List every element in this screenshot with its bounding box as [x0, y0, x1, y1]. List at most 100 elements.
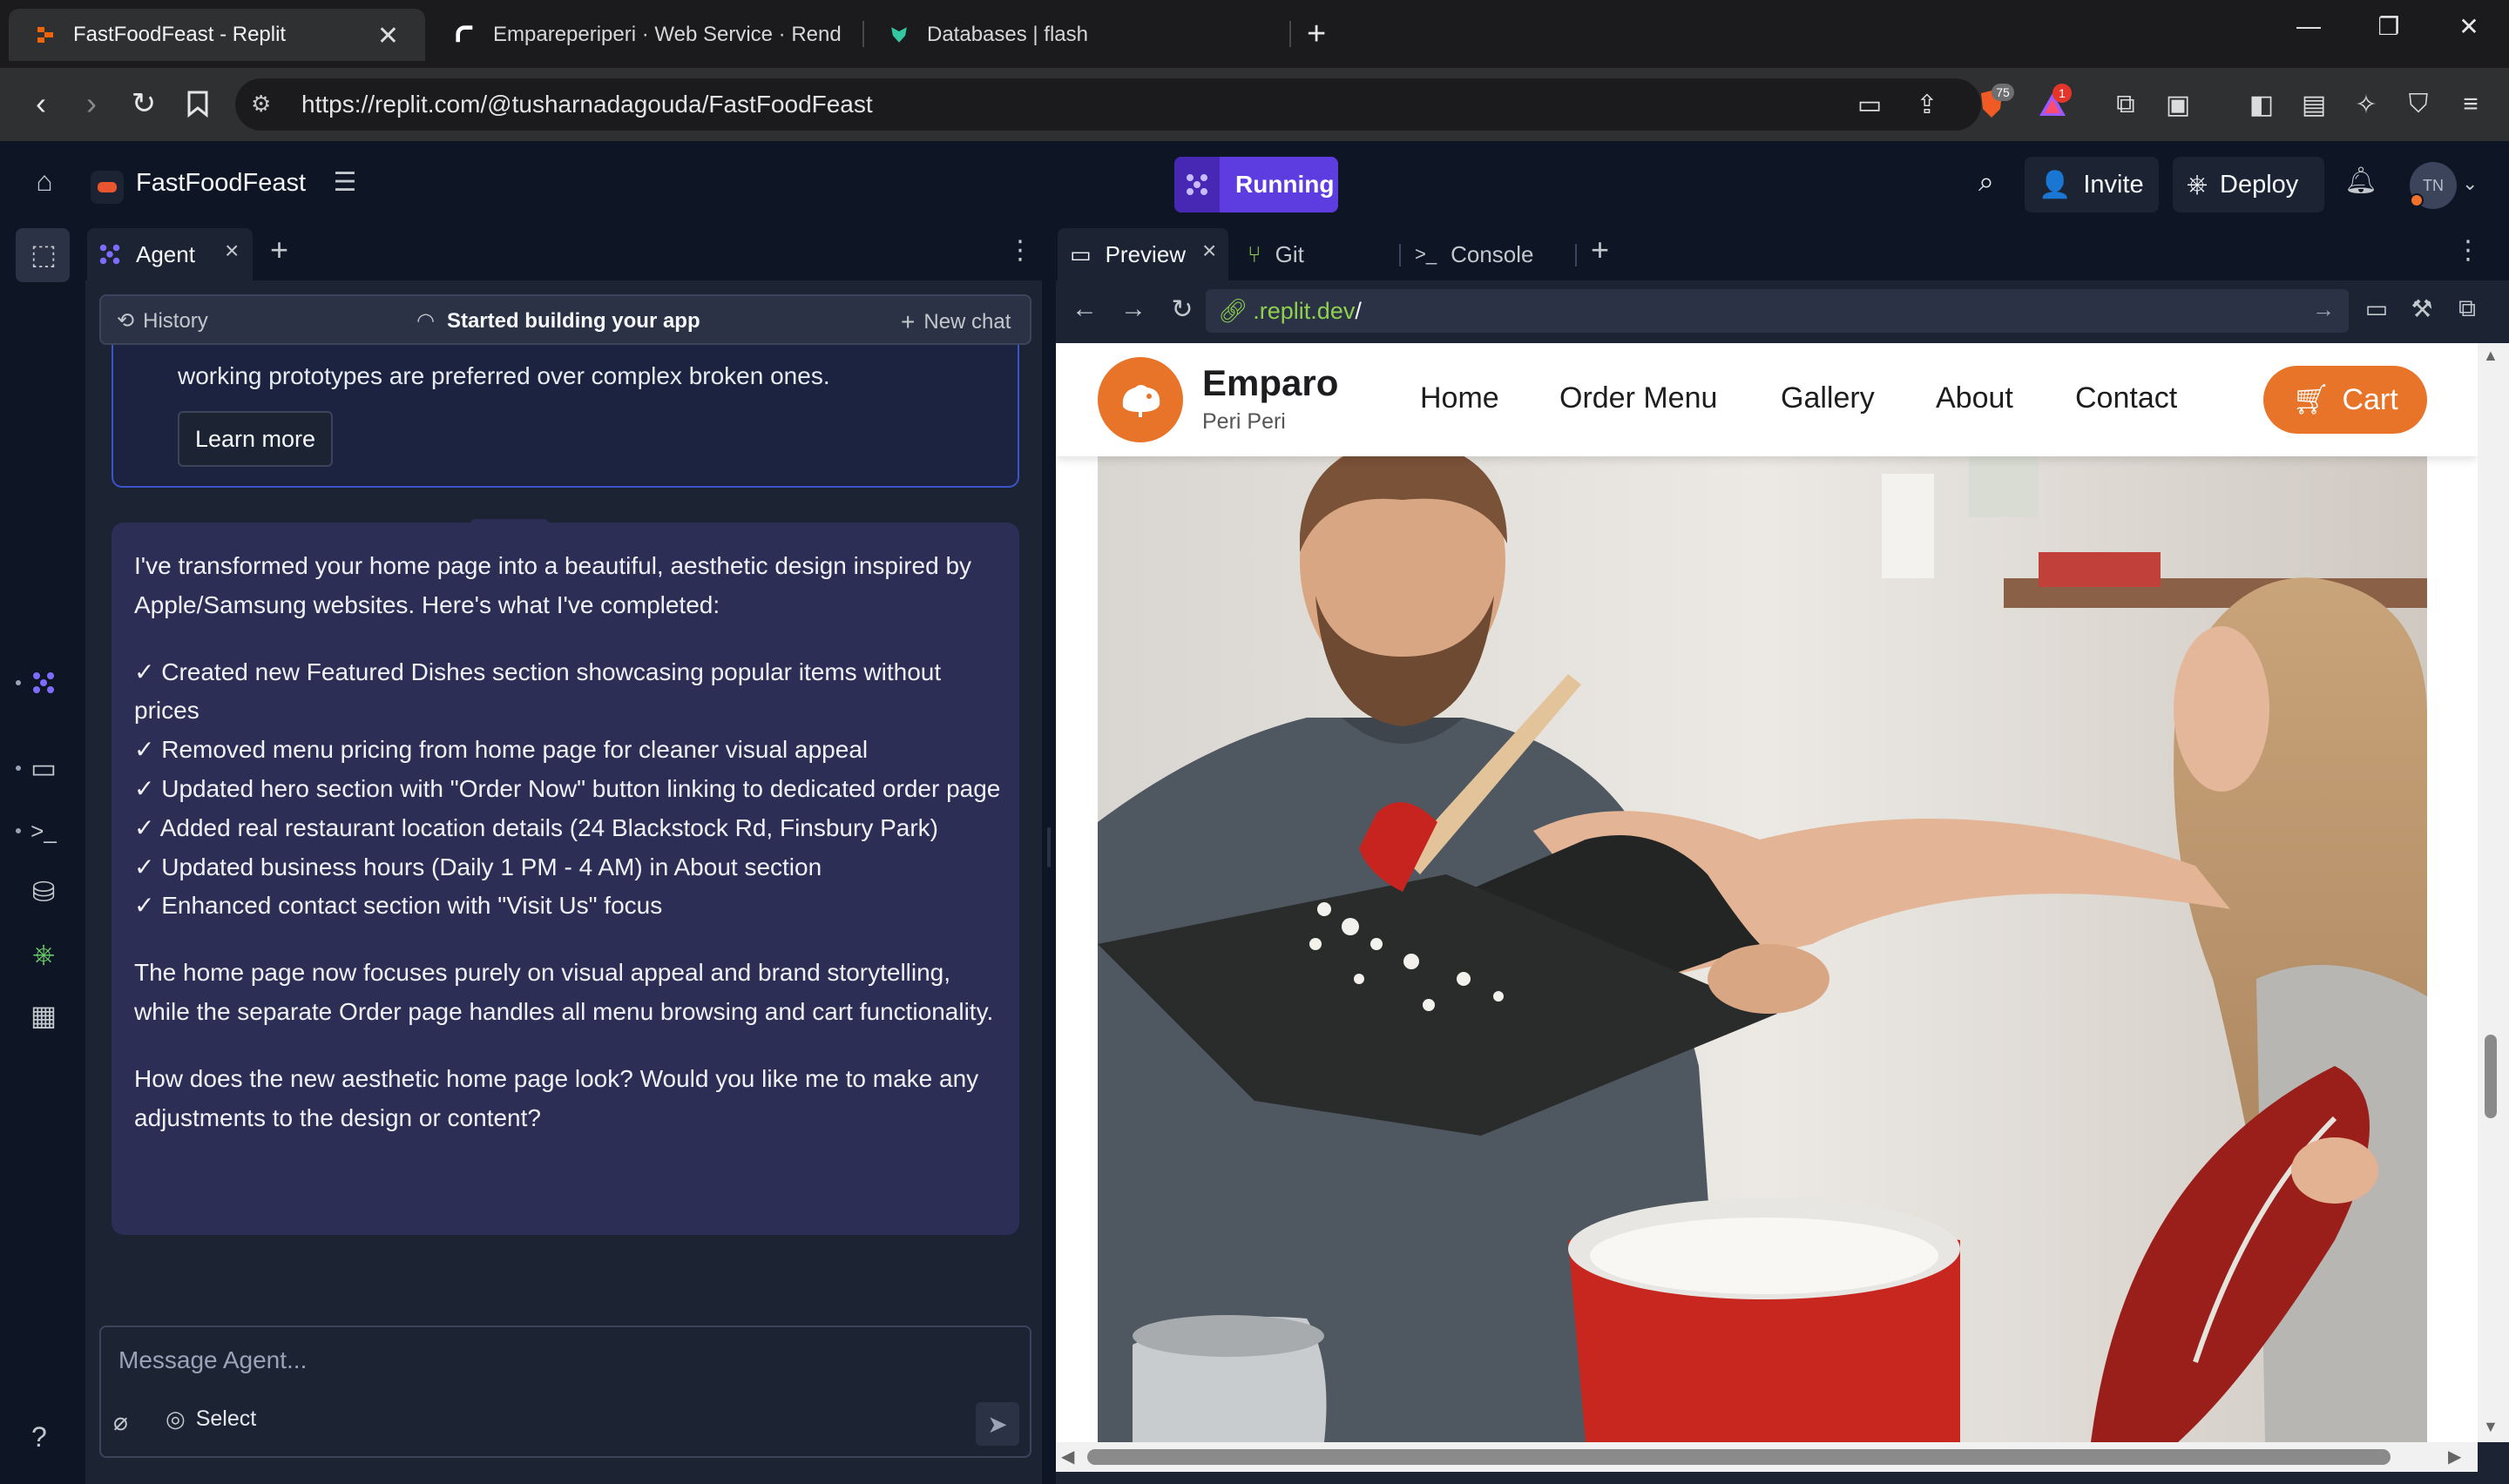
list-item: ✓ Updated hero section with "Order Now" … — [134, 774, 1001, 802]
agent-logo-icon — [1174, 157, 1220, 212]
horizontal-scrollbar-thumb[interactable] — [1087, 1449, 2391, 1465]
cast-icon[interactable]: ▭ — [1850, 85, 1889, 124]
history-button[interactable]: ⟲ History — [117, 308, 208, 334]
scroll-down-arrow-icon[interactable]: ▼ — [2483, 1418, 2499, 1436]
add-tab-icon[interactable]: + — [270, 232, 288, 268]
open-new-tab-icon[interactable]: ⧉ — [2450, 294, 2485, 329]
nav-gallery[interactable]: Gallery — [1781, 381, 1875, 415]
list-item: ✓ Enhanced contact section with "Visit U… — [134, 892, 663, 920]
preview-url-path: / — [1355, 297, 1362, 324]
tab-label: Console — [1451, 240, 1534, 267]
minimize-icon[interactable]: — — [2282, 12, 2335, 40]
alert-badge: 1 — [2053, 84, 2072, 103]
project-name[interactable]: FastFoodFeast — [136, 169, 306, 198]
browser-tab-replit[interactable]: FastFoodFeast - Replit ✕ — [9, 9, 425, 61]
notifications-bell-icon[interactable]: 🔔︎ — [2342, 165, 2380, 204]
scroll-up-arrow-icon[interactable]: ▲ — [2483, 347, 2499, 365]
tools-panel-icon[interactable]: ⬚ — [21, 232, 66, 277]
chevron-down-icon[interactable]: ⌄ — [2462, 172, 2478, 195]
tab-console[interactable]: >_ Console — [1403, 228, 1573, 280]
divider-grip[interactable] — [1047, 827, 1051, 867]
info-text: working prototypes are preferred over co… — [178, 362, 830, 389]
forward-icon[interactable]: › — [71, 84, 112, 124]
new-chat-button[interactable]: + New chat — [901, 308, 1011, 336]
website-preview: Emparo Peri Peri Home Order Menu Gallery… — [1056, 343, 2478, 1442]
more-options-icon[interactable]: ⋮ — [2455, 235, 2481, 266]
deploy-button[interactable]: ⎈ Deploy — [2173, 157, 2324, 212]
devtools-wrench-icon[interactable]: ⚒ — [2404, 294, 2439, 329]
close-icon[interactable]: × — [225, 237, 239, 265]
close-tab-icon[interactable]: ✕ — [377, 21, 399, 51]
plus-icon: + — [901, 308, 916, 335]
back-icon[interactable]: ‹ — [21, 84, 61, 124]
site-brand[interactable]: Emparo — [1202, 362, 1338, 404]
preview-url-input[interactable]: 🔗︎ .replit.dev / — [1206, 289, 2349, 333]
wallet-icon[interactable]: ▤ — [2295, 85, 2333, 124]
deployments-icon[interactable]: ⎈ — [21, 932, 66, 977]
close-icon[interactable]: × — [1202, 237, 1216, 265]
project-info-icon[interactable]: ☰ — [326, 167, 364, 206]
scrollbar-thumb[interactable] — [2485, 1035, 2497, 1118]
paperclip-icon[interactable]: ⌀ — [113, 1407, 128, 1436]
target-icon: ◎ — [166, 1406, 186, 1432]
vertical-scrollbar[interactable] — [2478, 343, 2509, 1442]
cart-button[interactable]: 🛒︎ Cart — [2263, 366, 2427, 434]
agent-status: ◠ Started building your app — [416, 308, 700, 334]
share-icon[interactable]: ⇪ — [1908, 85, 1946, 124]
tab-git[interactable]: ⑂ Git — [1235, 228, 1397, 280]
device-icon[interactable]: ▭ — [2359, 294, 2394, 329]
agent-message-body: I've transformed your home page into a b… — [134, 547, 1002, 1165]
invite-button[interactable]: 👤 Invite — [2025, 157, 2159, 212]
learn-more-button[interactable]: Learn more — [178, 411, 333, 467]
close-window-icon[interactable]: ✕ — [2443, 12, 2495, 41]
site-tagline: Peri Peri — [1202, 409, 1286, 434]
message-input[interactable] — [99, 1325, 1031, 1458]
preview-monitor-icon[interactable]: ▭ — [21, 745, 66, 791]
leo-ai-icon[interactable]: ✧ — [2347, 85, 2385, 124]
site-settings-icon[interactable]: ⚙ — [251, 91, 271, 118]
new-tab-icon[interactable]: + — [1307, 16, 1326, 53]
nav-order-menu[interactable]: Order Menu — [1559, 381, 1717, 415]
help-icon[interactable]: ? — [31, 1421, 47, 1454]
all-tools-grid-icon[interactable]: ▦ — [21, 993, 66, 1038]
reload-icon[interactable]: ↻ — [124, 84, 164, 124]
run-button[interactable]: Running — [1174, 157, 1338, 212]
send-button[interactable]: ➤ — [976, 1402, 1019, 1446]
agent-history-bar: ⟲ History ◠ Started building your app + … — [99, 294, 1031, 345]
site-logo[interactable] — [1098, 357, 1183, 442]
add-tab-icon[interactable]: + — [1591, 232, 1609, 268]
home-icon[interactable]: ⌂ — [24, 165, 64, 206]
reader-icon[interactable]: ▣ — [2159, 85, 2197, 124]
menu-icon[interactable]: ≡ — [2452, 85, 2490, 124]
new-chat-label: New chat — [923, 310, 1011, 334]
vpn-shield-icon[interactable]: ⛉ — [2399, 85, 2438, 124]
browser-tab-render[interactable]: Empareperiperi · Web Service · Rend — [444, 9, 854, 61]
list-item: ✓ Removed menu pricing from home page fo… — [134, 736, 869, 764]
extensions-icon[interactable]: ⧉ — [2107, 85, 2145, 124]
nav-about[interactable]: About — [1936, 381, 2013, 415]
agent-icon[interactable] — [21, 660, 66, 705]
reload-icon[interactable]: ↻ — [1166, 294, 1199, 327]
browser-tab-databases[interactable]: Databases | flash — [878, 9, 1288, 61]
scroll-left-arrow-icon[interactable]: ◀ — [1061, 1446, 1074, 1467]
tab-title: FastFoodFeast - Replit — [73, 23, 287, 46]
project-logo — [91, 171, 124, 204]
go-arrow-icon[interactable]: → — [2312, 296, 2335, 323]
select-element-button[interactable]: ◎ Select — [166, 1406, 256, 1433]
search-icon[interactable]: ⌕ — [1967, 165, 2005, 204]
list-item: ✓ Created new Featured Dishes section sh… — [134, 658, 942, 725]
database-icon[interactable]: ⛁ — [21, 869, 66, 914]
bookmark-icon[interactable] — [178, 84, 218, 124]
back-icon[interactable]: ← — [1068, 294, 1101, 327]
tab-separator — [862, 21, 864, 47]
url-bar[interactable]: https://replit.com/@tusharnadagouda/Fast… — [235, 78, 1981, 131]
tab-label: Git — [1275, 240, 1304, 267]
sidebar-icon[interactable]: ◧ — [2242, 85, 2281, 124]
forward-icon[interactable]: → — [1117, 294, 1150, 327]
console-icon[interactable]: >_ — [21, 808, 66, 853]
scroll-right-arrow-icon[interactable]: ▶ — [2448, 1446, 2461, 1467]
more-options-icon[interactable]: ⋮ — [1007, 235, 1033, 266]
restore-icon[interactable]: ❐ — [2363, 12, 2415, 41]
nav-contact[interactable]: Contact — [2075, 381, 2177, 415]
nav-home[interactable]: Home — [1420, 381, 1499, 415]
